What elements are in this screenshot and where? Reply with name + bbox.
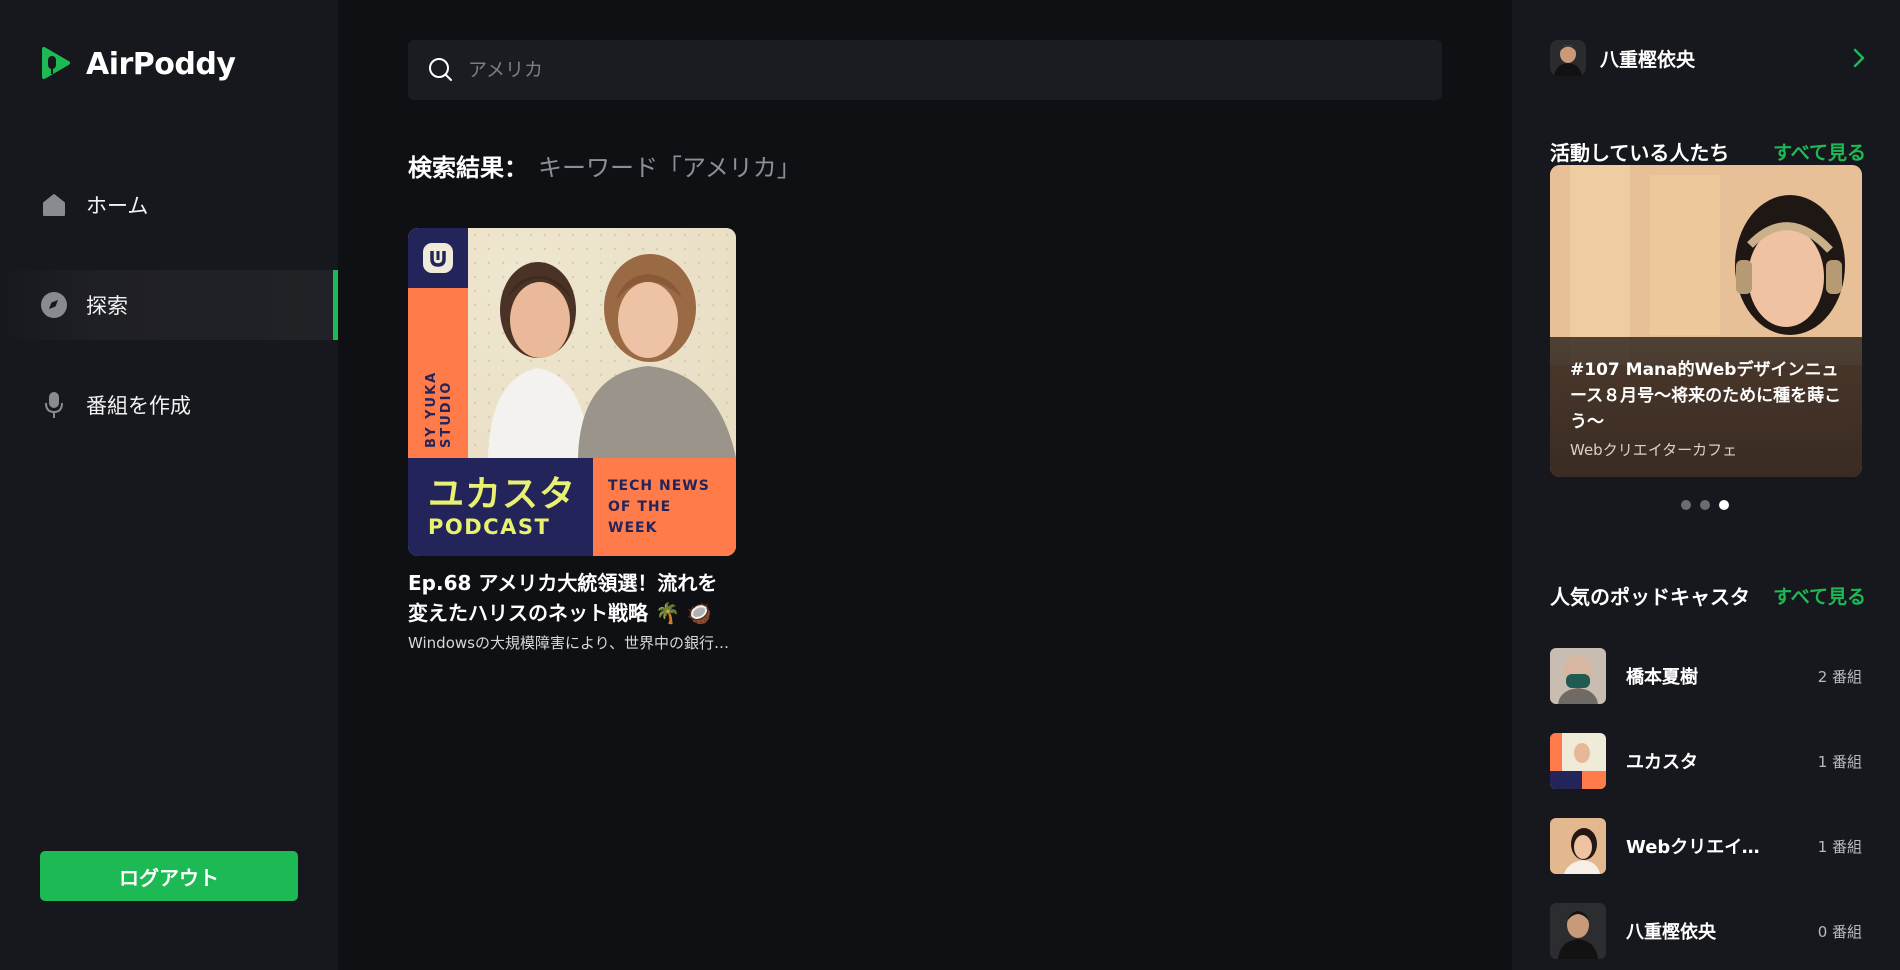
active-people-header: 活動している人たち すべて見る — [1550, 137, 1866, 166]
carousel-indicator — [1681, 500, 1729, 510]
results-heading: 検索結果： キーワード「アメリカ」 — [408, 148, 801, 183]
sidebar-item-create[interactable]: 番組を作成 — [0, 370, 338, 440]
results-label: 検索結果： — [408, 154, 528, 182]
cover-title-block: ユカスタ PODCAST — [408, 458, 593, 556]
microphone-icon — [40, 391, 68, 419]
search-input[interactable] — [468, 59, 1368, 81]
app-logo[interactable]: AirPoddy — [40, 46, 236, 82]
yuka-studio-logo-icon — [408, 228, 468, 288]
podcaster-avatar — [1550, 903, 1606, 959]
sidebar-item-home[interactable]: ホーム — [0, 170, 338, 240]
user-name: 八重樫依央 — [1600, 48, 1696, 71]
podcaster-name: Webクリエイターカフェ — [1626, 837, 1766, 858]
featured-episode-card[interactable]: #107 Mana的Webデザインニュース８月号〜将来のために種を蒔こう〜 We… — [1550, 165, 1862, 477]
right-panel: 八重樫依央 活動している人たち すべて見る #107 Mana的Webデザインニ… — [1512, 0, 1900, 970]
podcaster-name: 八重樫依央 — [1626, 922, 1716, 943]
search-bar[interactable] — [408, 40, 1442, 100]
app-name: AirPoddy — [86, 46, 236, 82]
see-all-link[interactable]: すべて見る — [1773, 582, 1866, 609]
logout-button[interactable]: ログアウト — [40, 851, 298, 901]
podcaster-row[interactable]: ユカスタ 1 番組 — [1550, 733, 1862, 789]
podcaster-row[interactable]: Webクリエイターカフェ 1 番組 — [1550, 818, 1862, 874]
sidebar-item-label: ホーム — [86, 194, 149, 218]
sidebar-item-label: 番組を作成 — [86, 394, 191, 418]
cover-photo — [468, 228, 736, 458]
carousel-dot-active[interactable] — [1719, 500, 1729, 510]
featured-overlay: #107 Mana的Webデザインニュース８月号〜将来のために種を蒔こう〜 We… — [1550, 337, 1862, 477]
podcaster-avatar — [1550, 818, 1606, 874]
chevron-right-icon[interactable] — [1852, 47, 1866, 69]
podcaster-avatar — [1550, 733, 1606, 789]
carousel-dot[interactable] — [1681, 500, 1691, 510]
home-icon — [40, 191, 68, 219]
episode-title[interactable]: Ep.68 アメリカ大統領選！流れを変えたハリスのネット戦略 🌴 🥥 — [408, 568, 736, 628]
featured-title: #107 Mana的Webデザインニュース８月号〜将来のために種を蒔こう〜 — [1570, 360, 1842, 432]
carousel-dot[interactable] — [1700, 500, 1710, 510]
podcaster-row[interactable]: 橋本夏樹 2 番組 — [1550, 648, 1862, 704]
cover-tag-block: TECH NEWS OF THE WEEK — [593, 458, 736, 556]
podcaster-count: 1 番組 — [1817, 752, 1862, 771]
cover-vertical-text: BY YUKA STUDIO — [424, 370, 454, 448]
podcaster-name: 橋本夏樹 — [1626, 667, 1698, 688]
cover-tag-line: WEEK — [608, 519, 658, 536]
podcaster-row[interactable]: 八重樫依央 0 番組 — [1550, 903, 1862, 959]
see-all-link[interactable]: すべて見る — [1773, 138, 1866, 165]
podcaster-name: ユカスタ — [1626, 752, 1698, 773]
section-title: 活動している人たち — [1550, 141, 1730, 165]
cover-subtitle: PODCAST — [428, 515, 551, 539]
podcaster-count: 1 番組 — [1817, 837, 1862, 856]
search-icon — [429, 58, 452, 81]
episode-cover[interactable]: BY YUKA STUDIO ユカスタ PODCAST TECH NEWS OF… — [408, 228, 736, 556]
user-profile[interactable]: 八重樫依央 — [1550, 40, 1866, 76]
sidebar-item-label: 探索 — [86, 294, 128, 318]
results-keyword: キーワード「アメリカ」 — [538, 154, 801, 182]
cover-title: ユカスタ — [428, 474, 577, 515]
podcaster-count: 2 番組 — [1817, 667, 1862, 686]
cover-tag-line: OF THE — [608, 498, 672, 515]
podcaster-avatar — [1550, 648, 1606, 704]
featured-subtitle: Webクリエイターカフェ — [1570, 441, 1738, 459]
featured-image — [1550, 165, 1862, 365]
section-title: 人気のポッドキャスタ — [1550, 585, 1750, 609]
episode-card[interactable]: BY YUKA STUDIO ユカスタ PODCAST TECH NEWS OF… — [408, 228, 736, 653]
sidebar-item-explore[interactable]: 探索 — [0, 270, 338, 340]
compass-icon — [40, 291, 68, 319]
sidebar: AirPoddy ホーム 探索 番組を作成 ログアウト — [0, 0, 338, 970]
popular-podcasters-header: 人気のポッドキャスタ すべて見る — [1550, 581, 1866, 610]
avatar — [1550, 40, 1586, 76]
podcaster-count: 0 番組 — [1817, 922, 1862, 941]
cover-tag-line: TECH NEWS — [608, 477, 710, 494]
airpoddy-logo-icon — [42, 47, 70, 79]
episode-description: Windowsの大規模障害により、世界中の銀行… — [408, 634, 730, 652]
